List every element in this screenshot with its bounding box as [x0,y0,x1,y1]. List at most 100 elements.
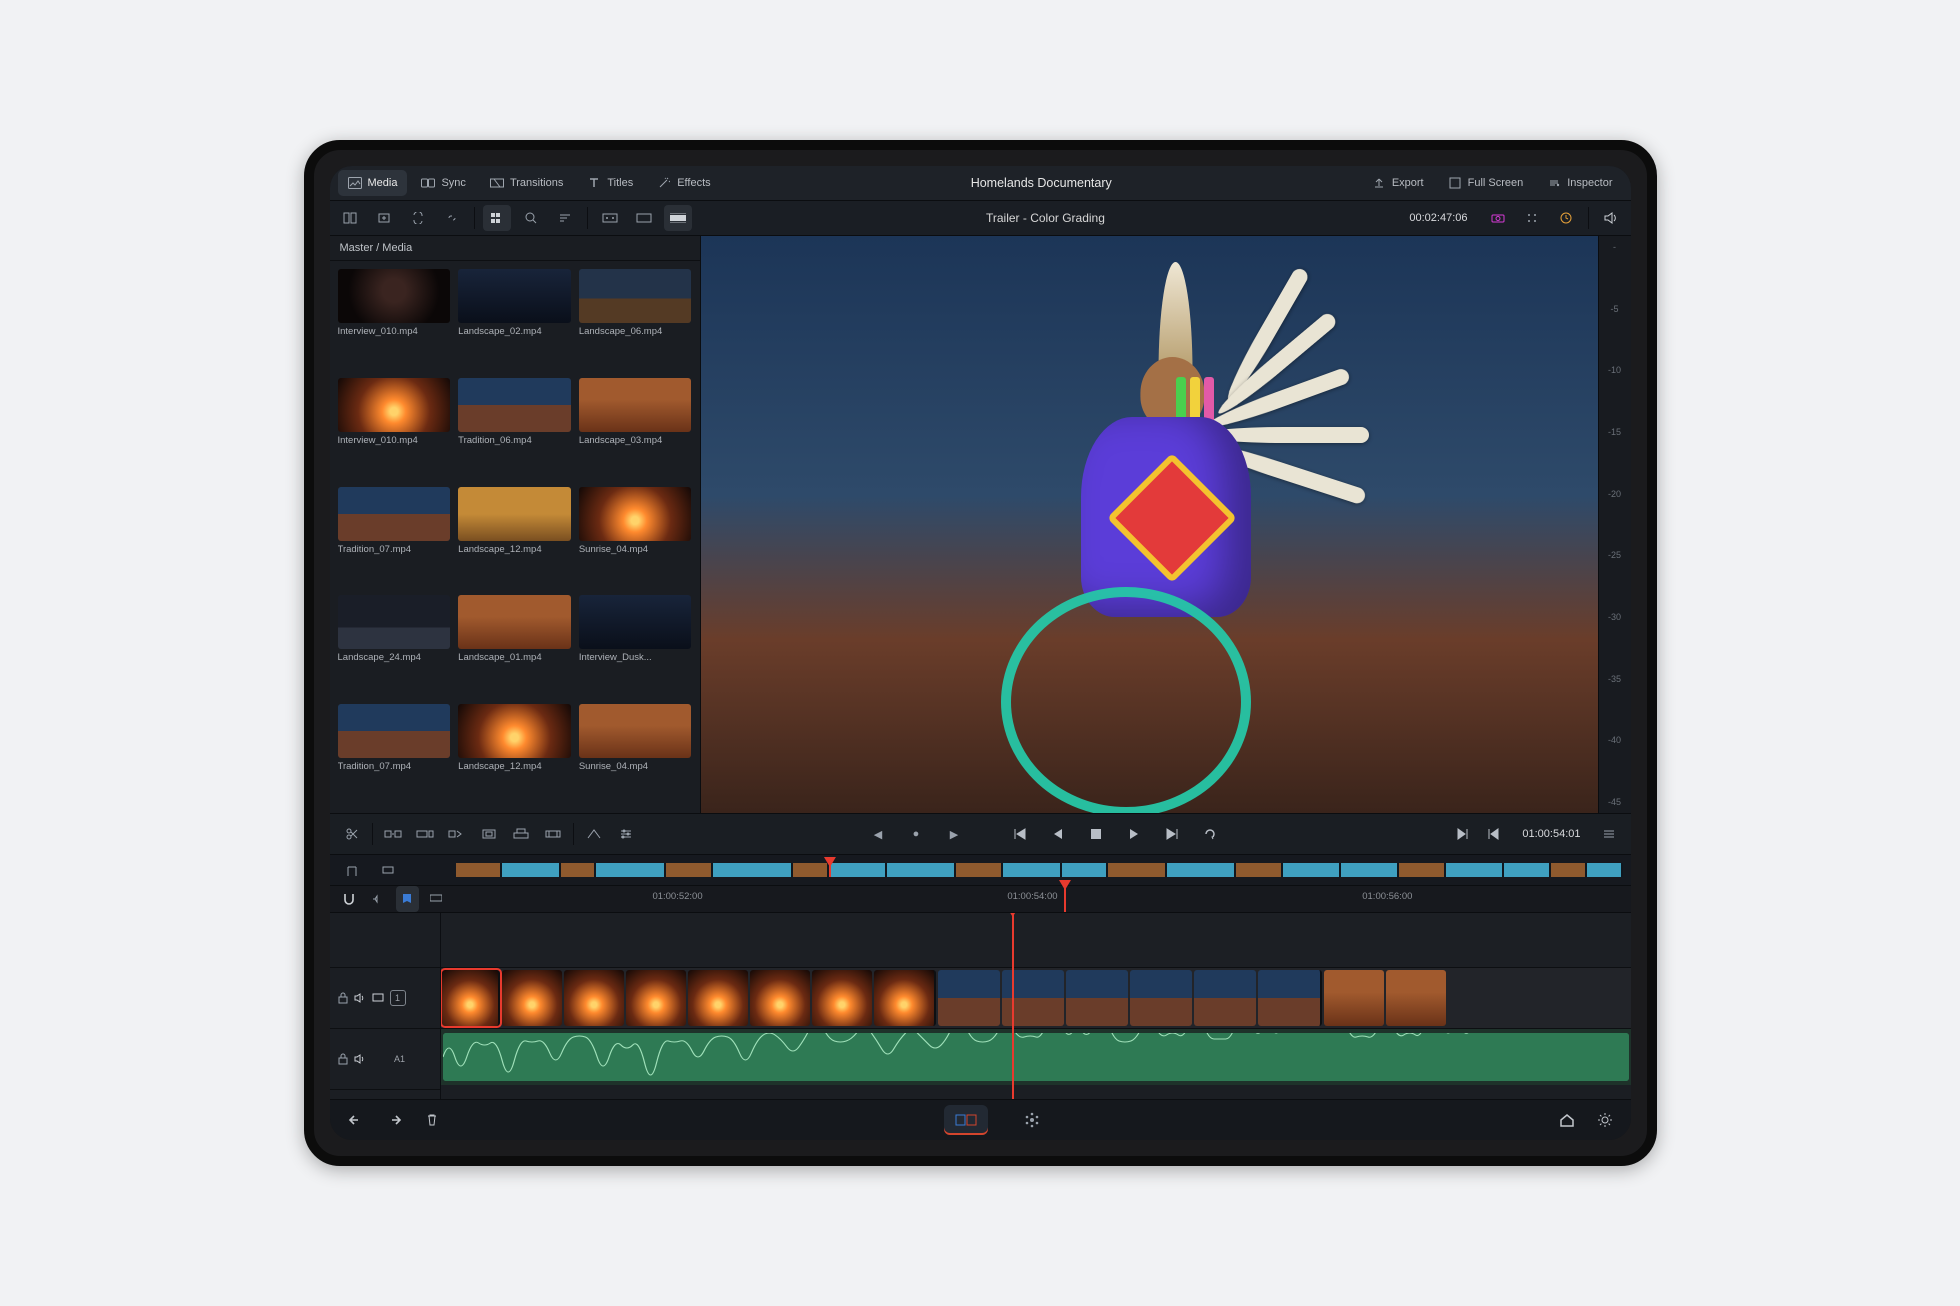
prev-clip-button[interactable] [1480,821,1508,847]
clip-view-button[interactable] [630,205,658,231]
media-clip[interactable]: Tradition_07.mp4 [338,487,451,588]
link-button[interactable] [438,205,466,231]
export-button[interactable]: Export [1362,170,1434,196]
source-overwrite-button[interactable] [539,821,567,847]
search-button[interactable] [517,205,545,231]
tab-transitions[interactable]: Transitions [480,170,573,196]
thumbnail-view-button[interactable] [483,205,511,231]
ripple-button[interactable] [443,821,471,847]
media-clip[interactable]: Interview_010.mp4 [338,378,451,479]
media-clip[interactable]: Landscape_01.mp4 [458,595,571,696]
video-clip[interactable] [502,970,562,1026]
fullscreen-button[interactable]: Full Screen [1438,170,1534,196]
home-button[interactable] [1553,1107,1581,1133]
jog-dot-button[interactable]: ● [902,821,930,847]
tab-sync[interactable]: Sync [411,170,475,196]
viewer-canvas[interactable]: --5-10-15-20-25-30-35-40-45 [701,236,1631,813]
audio-meter-button[interactable] [1597,205,1625,231]
loop-button[interactable] [1196,821,1224,847]
stop-button[interactable] [1082,821,1110,847]
video-clip[interactable] [750,970,810,1026]
track-collapse-button[interactable] [374,857,402,883]
next-clip-button[interactable] [1448,821,1476,847]
camera-raw-button[interactable] [1484,205,1512,231]
video-clip[interactable] [442,970,500,1026]
video-clip[interactable] [1258,970,1322,1026]
snap-button[interactable] [338,886,361,912]
undo-button[interactable] [342,1107,370,1133]
media-clip[interactable]: Landscape_12.mp4 [458,704,571,805]
media-clip[interactable]: Landscape_24.mp4 [338,595,451,696]
sync-bin-button[interactable] [404,205,432,231]
import-button[interactable] [370,205,398,231]
jog-right-button[interactable]: ▶ [940,821,968,847]
video-clip[interactable] [1066,970,1128,1026]
audio-track-header[interactable]: A1 [330,1029,440,1090]
monitor-icon[interactable] [372,993,384,1003]
timeline-ruler[interactable]: 01:00:52:0001:00:54:0001:00:56:00 [330,885,1631,912]
delete-button[interactable] [418,1107,446,1133]
quick-export-button[interactable] [1552,205,1580,231]
viewer-timecode[interactable]: 00:02:47:06 [1399,212,1477,224]
go-end-button[interactable] [1158,821,1186,847]
tab-media[interactable]: Media [338,170,408,196]
timeline-timecode[interactable]: 01:00:54:01 [1512,828,1590,840]
place-on-top-button[interactable] [507,821,535,847]
play-reverse-button[interactable] [1044,821,1072,847]
jog-left-button[interactable]: ◀ [864,821,892,847]
close-up-button[interactable] [475,821,503,847]
media-clip[interactable]: Landscape_12.mp4 [458,487,571,588]
video-clip[interactable] [688,970,748,1026]
smart-insert-button[interactable] [379,821,407,847]
lock-icon[interactable] [338,1053,348,1065]
transition-tool-button[interactable] [580,821,608,847]
source-tape-button[interactable] [596,205,624,231]
color-page-button[interactable] [1010,1105,1054,1135]
tools-button[interactable] [1518,205,1546,231]
go-start-button[interactable] [1006,821,1034,847]
marker-button[interactable] [396,886,419,912]
track-lock-header-button[interactable] [338,857,366,883]
media-clip[interactable]: Landscape_02.mp4 [458,269,571,370]
redo-button[interactable] [380,1107,408,1133]
tracks-area[interactable] [441,913,1631,1099]
media-clip[interactable]: Tradition_07.mp4 [338,704,451,805]
overview-track[interactable] [456,863,1623,877]
video-clip[interactable] [1130,970,1192,1026]
video-clip[interactable] [1194,970,1256,1026]
media-clip[interactable]: Interview_Dusk... [579,595,692,696]
video-clip[interactable] [874,970,936,1026]
append-button[interactable] [411,821,439,847]
pool-breadcrumb[interactable]: Master / Media [330,236,700,261]
sort-button[interactable] [551,205,579,231]
speaker-icon[interactable] [354,1053,366,1065]
video-clip[interactable] [626,970,686,1026]
video-clip[interactable] [564,970,624,1026]
video-clip[interactable] [1386,970,1446,1026]
audio-trim-button[interactable] [367,886,390,912]
video-clip[interactable] [812,970,872,1026]
strip-view-button[interactable] [664,205,692,231]
media-clip[interactable]: Landscape_06.mp4 [579,269,692,370]
timeline-menu-button[interactable] [1595,821,1623,847]
video-clip[interactable] [938,970,1000,1026]
speaker-icon[interactable] [354,992,366,1004]
settings-button[interactable] [1591,1107,1619,1133]
media-clip[interactable]: Tradition_06.mp4 [458,378,571,479]
audio-track[interactable] [441,1029,1631,1085]
pool-layout-button[interactable] [336,205,364,231]
cut-page-button[interactable] [944,1105,988,1135]
media-clip[interactable]: Sunrise_04.mp4 [579,487,692,588]
inspector-button[interactable]: Inspector [1537,170,1622,196]
tab-effects[interactable]: Effects [647,170,720,196]
tab-titles[interactable]: Titles [577,170,643,196]
media-clip[interactable]: Sunrise_04.mp4 [579,704,692,805]
video-clip[interactable] [1324,970,1384,1026]
blade-tool-button[interactable] [338,821,366,847]
lock-icon[interactable] [338,992,348,1004]
media-clip[interactable]: Interview_010.mp4 [338,269,451,370]
video-track-header[interactable]: 1 [330,968,440,1029]
play-button[interactable] [1120,821,1148,847]
audio-clip[interactable] [443,1033,1629,1081]
video-track[interactable] [441,968,1631,1029]
